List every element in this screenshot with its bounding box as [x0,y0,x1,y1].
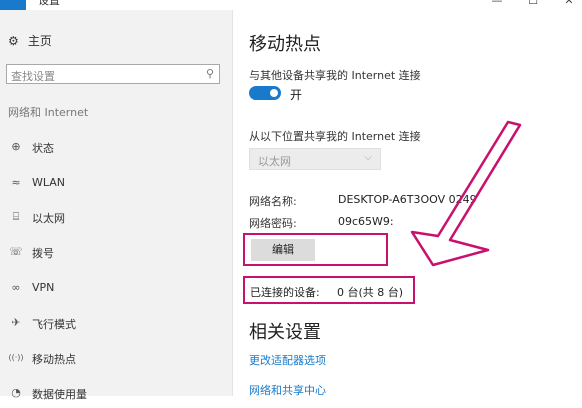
hotspot-icon: ((·)) [8,353,24,362]
hotspot-toggle[interactable] [249,86,281,100]
gear-icon: ⚙ [8,34,19,48]
sidebar-item-label: 移动热点 [32,353,76,366]
sidebar-item-vpn[interactable]: ∞ VPN [0,275,232,303]
home-label: 主页 [27,34,52,48]
chevron-down-icon: ⌵ [364,152,372,163]
minimize-button[interactable]: — [490,0,504,7]
close-button[interactable]: ✕ [562,0,576,7]
select-value: 以太网 [258,155,291,168]
sidebar-item-mobile-hotspot[interactable]: ((·)) 移动热点 [0,345,232,373]
link-adapter-options[interactable]: 更改适配器选项 [249,352,326,368]
wifi-icon: ≈ [11,176,21,189]
sidebar-item-label: 数据使用量 [32,388,87,401]
sidebar-item-airplane-mode[interactable]: ✈ 飞行模式 [0,310,232,338]
sidebar-item-label: WLAN [32,176,66,189]
search-placeholder: 查找设置 [11,70,55,83]
network-password-label: 网络密码: [249,217,297,230]
sidebar-item-label: 飞行模式 [32,318,76,331]
share-connection-label: 与其他设备共享我的 Internet 连接 [249,69,421,82]
title-bar: ← 设置 — ☐ ✕ [0,0,582,10]
network-password-value: 09c65W9: [338,215,394,228]
sidebar-item-data-usage[interactable]: ◔ 数据使用量 [0,380,232,408]
globe-icon: ⊕ [11,140,21,153]
highlight-box-edit [243,233,388,266]
page-title: 移动热点 [249,34,321,55]
network-name-label: 网络名称: [249,195,297,208]
related-settings-title: 相关设置 [249,322,321,343]
highlight-box-connected [243,276,415,304]
sidebar-divider [232,10,233,396]
sidebar-item-label: 以太网 [32,212,65,225]
window-title: 设置 [38,0,60,7]
connection-source-select[interactable]: 以太网 ⌵ [249,148,381,170]
share-from-label: 从以下位置共享我的 Internet 连接 [249,130,421,143]
sidebar-item-dialup[interactable]: ☏ 拨号 [0,239,232,267]
toggle-knob [270,89,278,97]
sidebar-item-label: VPN [32,281,55,294]
sidebar-item-label: 拨号 [32,247,54,260]
dialup-icon: ☏ [9,245,23,258]
sidebar-item-label: 状态 [32,142,54,155]
sidebar-item-ethernet[interactable]: ⌸ 以太网 [0,204,232,232]
toggle-state-label: 开 [290,88,303,102]
search-icon[interactable]: ⚲ [206,67,214,80]
sidebar-item-status[interactable]: ⊕ 状态 [0,134,232,162]
data-usage-icon: ◔ [11,386,21,399]
search-input[interactable]: 查找设置 ⚲ [6,64,220,84]
sidebar-home[interactable]: ⚙ 主页 [8,32,52,49]
back-button[interactable]: ← [0,0,26,10]
sidebar-item-wlan[interactable]: ≈ WLAN [0,170,232,198]
ethernet-icon: ⌸ [12,210,20,223]
vpn-icon: ∞ [11,281,21,294]
maximize-button[interactable]: ☐ [526,0,540,7]
network-name-value: DESKTOP-A6T3OOV 0249 [338,193,477,206]
airplane-icon: ✈ [11,316,21,329]
section-heading: 网络和 Internet [8,106,89,119]
